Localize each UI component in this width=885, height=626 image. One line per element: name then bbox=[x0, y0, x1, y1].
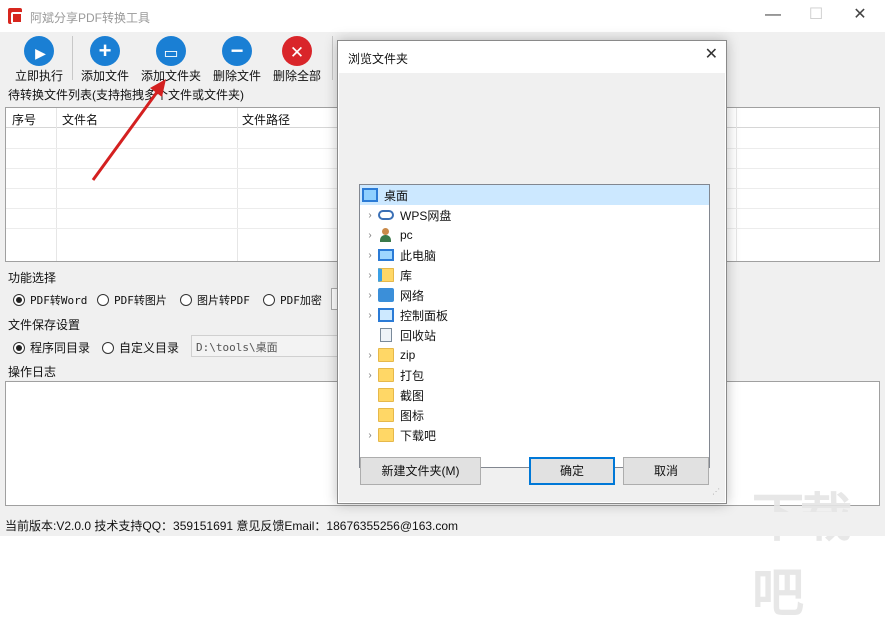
cancel-button[interactable]: 取消 bbox=[623, 457, 709, 485]
tree-item-package[interactable]: › 打包 bbox=[360, 365, 709, 385]
tree-item-xiazaiba[interactable]: › 下载吧 bbox=[360, 425, 709, 445]
tree-item-label: 网络 bbox=[400, 288, 425, 303]
resize-grip-icon[interactable]: ⋰ bbox=[712, 488, 722, 499]
folder-tree[interactable]: 桌面 › WPS网盘 › pc › 此电脑 › 库 › 网络 › 控制面板 回收… bbox=[359, 184, 710, 468]
tree-item-label: 回收站 bbox=[400, 328, 437, 343]
tree-item-network[interactable]: › 网络 bbox=[360, 285, 709, 305]
chevron-right-icon[interactable]: › bbox=[362, 310, 378, 321]
tree-item-label: 桌面 bbox=[384, 188, 409, 203]
chevron-right-icon[interactable]: › bbox=[362, 230, 378, 241]
arrow-head bbox=[150, 79, 166, 97]
tree-item-control-panel[interactable]: › 控制面板 bbox=[360, 305, 709, 325]
tree-item-library[interactable]: › 库 bbox=[360, 265, 709, 285]
folder-icon bbox=[378, 368, 394, 382]
tree-item-label: 库 bbox=[400, 268, 413, 283]
chevron-right-icon[interactable]: › bbox=[362, 290, 378, 301]
chevron-right-icon[interactable]: › bbox=[362, 210, 378, 221]
arrow-shaft bbox=[91, 87, 162, 181]
cloud-icon bbox=[378, 210, 394, 220]
tree-item-screenshot[interactable]: 截图 bbox=[360, 385, 709, 405]
network-icon bbox=[378, 288, 394, 302]
tree-item-this-pc[interactable]: › 此电脑 bbox=[360, 245, 709, 265]
folder-icon bbox=[378, 428, 394, 442]
control-panel-icon bbox=[378, 308, 394, 322]
chevron-right-icon[interactable]: › bbox=[362, 350, 378, 361]
computer-icon bbox=[378, 249, 394, 261]
desktop-icon bbox=[362, 188, 378, 202]
new-folder-button[interactable]: 新建文件夹(M) bbox=[360, 457, 481, 485]
tree-item-label: 控制面板 bbox=[400, 308, 449, 323]
dialog-body: 桌面 › WPS网盘 › pc › 此电脑 › 库 › 网络 › 控制面板 回收… bbox=[339, 73, 725, 502]
folder-icon bbox=[378, 348, 394, 362]
folder-icon bbox=[378, 388, 394, 402]
folder-icon bbox=[378, 408, 394, 422]
tree-item-zip[interactable]: › zip bbox=[360, 345, 709, 365]
tree-item-desktop[interactable]: 桌面 bbox=[360, 185, 709, 205]
chevron-right-icon[interactable]: › bbox=[362, 430, 378, 441]
tree-item-label: 截图 bbox=[400, 388, 425, 403]
recycle-bin-icon bbox=[380, 328, 392, 342]
tree-item-recycle-bin[interactable]: 回收站 bbox=[360, 325, 709, 345]
browse-folder-dialog: 浏览文件夹 ✕ 桌面 › WPS网盘 › pc › 此电脑 › 库 › 网络 ›… bbox=[337, 40, 727, 504]
tree-item-wps-cloud[interactable]: › WPS网盘 bbox=[360, 205, 709, 225]
tree-item-label: WPS网盘 bbox=[400, 208, 452, 223]
library-icon bbox=[378, 268, 394, 282]
tree-item-label: 图标 bbox=[400, 408, 425, 423]
dialog-close-button[interactable]: ✕ bbox=[705, 44, 718, 64]
dialog-title: 浏览文件夹 bbox=[348, 52, 409, 66]
tree-item-label: 打包 bbox=[400, 368, 425, 383]
chevron-right-icon[interactable]: › bbox=[362, 270, 378, 281]
ok-button[interactable]: 确定 bbox=[529, 457, 615, 485]
tree-item-label: pc bbox=[400, 228, 413, 242]
tree-item-label: 下载吧 bbox=[400, 428, 437, 443]
user-icon bbox=[378, 228, 394, 242]
tree-item-label: zip bbox=[400, 348, 416, 362]
tree-item-icons[interactable]: 图标 bbox=[360, 405, 709, 425]
tree-item-label: 此电脑 bbox=[400, 248, 437, 263]
app-window: 阿斌分享PDF转换工具 — ☐ ✕ ▶ 立即执行 + 添加文件 ▭ 添加文件夹 … bbox=[0, 0, 885, 623]
chevron-right-icon[interactable]: › bbox=[362, 250, 378, 261]
chevron-right-icon[interactable]: › bbox=[362, 370, 378, 381]
tree-item-pc-user[interactable]: › pc bbox=[360, 225, 709, 245]
